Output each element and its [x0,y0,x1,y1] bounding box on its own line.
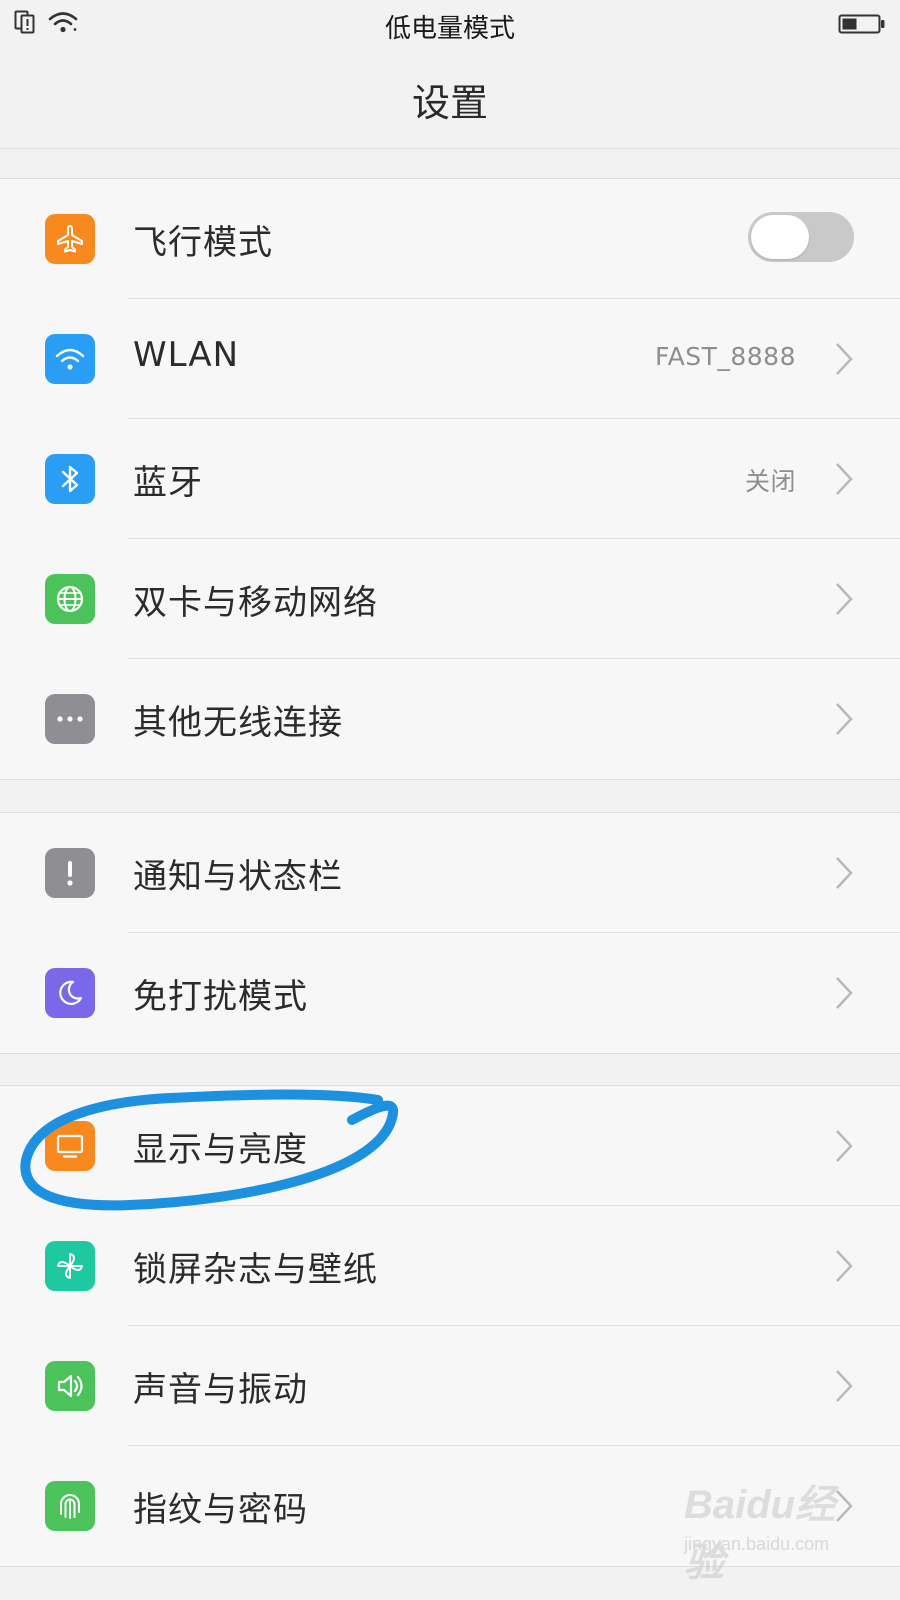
setting-row-lockscreen-wallpaper[interactable]: 锁屏杂志与壁纸 [0,1206,900,1326]
setting-value: FAST_8888 [655,342,796,371]
chevron-right-icon [834,975,854,1015]
chevron-right-icon [834,341,854,381]
setting-row-bluetooth[interactable]: 蓝牙 关闭 [0,419,900,539]
more-dots-icon [45,694,95,744]
watermark-brand: Baidu经验 [684,1483,836,1585]
status-bar: 低电量模式 [0,0,900,48]
setting-label: 声音与振动 [133,1370,308,1410]
baidu-jingyan-watermark: Baidu经验 jingyan.baidu.com [682,1470,852,1585]
title-bar: 设置 [0,48,900,149]
setting-label: 显示与亮度 [133,1130,308,1170]
status-mode-label: 低电量模式 [384,14,515,44]
setting-row-notifications[interactable]: 通知与状态栏 [0,813,900,933]
settings-group-notifications: 通知与状态栏 免打扰模式 [0,812,900,1054]
pinwheel-icon [45,1241,95,1291]
chevron-right-icon [834,1128,854,1168]
setting-row-airplane-mode[interactable]: 飞行模式 [0,179,900,299]
setting-label: 蓝牙 [133,463,203,503]
chevron-right-icon [834,581,854,621]
chevron-right-icon [834,855,854,895]
setting-label: 双卡与移动网络 [133,583,378,623]
bluetooth-icon [45,454,95,504]
wifi-icon [45,334,95,384]
setting-row-wlan[interactable]: WLAN FAST_8888 [0,299,900,419]
setting-row-other-wireless[interactable]: 其他无线连接 [0,659,900,779]
globe-icon [45,574,95,624]
fingerprint-icon [45,1481,95,1531]
setting-row-dual-sim-network[interactable]: 双卡与移动网络 [0,539,900,659]
setting-label: 通知与状态栏 [133,857,343,897]
setting-label: 免打扰模式 [133,977,308,1017]
chevron-right-icon [834,1248,854,1288]
chevron-right-icon [834,1368,854,1408]
setting-label: 锁屏杂志与壁纸 [133,1250,378,1290]
chevron-right-icon [834,461,854,501]
page-title: 设置 [411,81,488,125]
chevron-right-icon [834,701,854,741]
setting-row-do-not-disturb[interactable]: 免打扰模式 [0,933,900,1053]
setting-label: WLAN [133,335,240,375]
exclamation-icon [45,848,95,898]
airplane-mode-toggle[interactable] [748,212,854,262]
battery-low-icon [838,12,886,40]
speaker-icon [45,1361,95,1411]
watermark-url: jingyan.baidu.com [684,1534,830,1554]
setting-value: 关闭 [744,467,796,496]
setting-label: 指纹与密码 [133,1490,308,1530]
settings-group-connectivity: 飞行模式 WLAN FAST_8888 蓝牙 关闭 双卡与移动网络 其他无线连接 [0,178,900,780]
monitor-icon [45,1121,95,1171]
setting-row-display-brightness[interactable]: 显示与亮度 [0,1086,900,1206]
toggle-knob [751,215,809,259]
airplane-icon [45,214,95,264]
moon-icon [45,968,95,1018]
setting-row-sound-vibration[interactable]: 声音与振动 [0,1326,900,1446]
setting-label: 飞行模式 [133,223,273,263]
setting-label: 其他无线连接 [133,703,343,743]
